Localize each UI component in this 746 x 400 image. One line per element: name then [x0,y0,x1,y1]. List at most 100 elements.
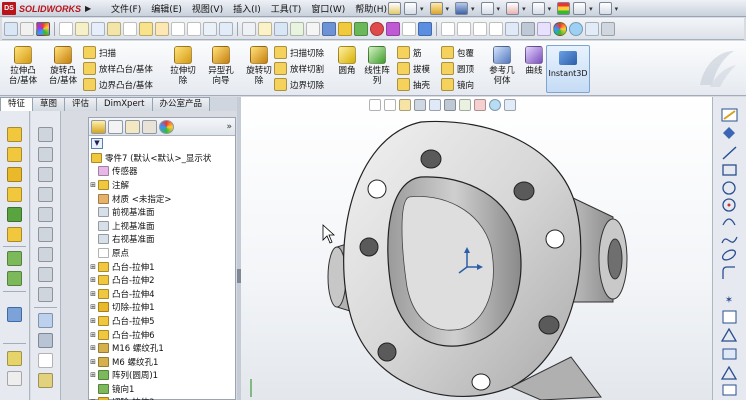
dimxpert-manager-tab-icon[interactable] [142,119,157,134]
pin-icon[interactable] [388,2,401,15]
check-sketch-icon[interactable] [306,21,320,36]
abc-text-icon[interactable] [59,21,73,36]
filter-funnel-icon[interactable]: ▼ [91,138,103,149]
expand-plus-icon[interactable]: ⊞ [89,371,97,379]
tree-node[interactable]: ⊞ 凸台-拉伸4 [89,287,235,301]
shape-icon-3[interactable] [38,167,53,182]
section-view-icon[interactable] [601,21,615,36]
loft-icon[interactable] [7,207,22,222]
measure-icon[interactable] [258,21,272,36]
revolve-boss-button[interactable]: 旋转凸 台/基体 [43,44,83,94]
offset-entities-icon[interactable] [722,348,737,360]
dropdown-arrow-icon[interactable]: ▾ [497,5,501,13]
fillet-sketch-icon[interactable] [722,266,735,279]
cut-icon[interactable] [7,167,22,182]
hide-show-icon[interactable] [537,21,551,36]
dropdown-arrow-icon[interactable]: ▾ [615,5,619,13]
menu-window[interactable]: 窗口(W) [306,2,350,15]
shape-icon-8[interactable] [38,267,53,282]
expand-plus-icon[interactable]: ⊞ [89,181,97,189]
balloon-icon[interactable] [91,21,105,36]
menu-edit[interactable]: 编辑(E) [146,2,187,15]
zoom-area-icon[interactable] [457,21,471,36]
expand-plus-icon[interactable]: ⊞ [89,303,97,311]
sketch-icon[interactable] [4,21,18,36]
dropdown-arrow-icon[interactable]: ▾ [548,5,552,13]
shape-icon-9[interactable] [38,287,53,302]
display-style-icon[interactable] [521,21,535,36]
mirror-entities-icon[interactable] [720,365,738,380]
shape-icon-5[interactable] [38,207,53,222]
sketch-icon[interactable] [721,108,738,122]
sweep-icon[interactable] [7,187,22,202]
tree-node[interactable]: 上视基准面 [89,219,235,233]
menu-tools[interactable]: 工具(T) [266,2,307,15]
scale-icon[interactable] [7,371,22,386]
move-entities-icon[interactable] [722,384,737,396]
dropdown-arrow-icon[interactable]: ▾ [471,5,475,13]
shell-button[interactable]: 抽壳 [397,77,430,92]
tree-node[interactable]: ⊞ 阵列(圆周)1 [89,369,235,383]
app-logo[interactable]: DS SOLIDWORKS ▶ [2,1,91,16]
options-gear-icon[interactable] [598,2,612,15]
dome-button[interactable]: 圆顶 [441,61,474,76]
display-manager-tab-icon[interactable] [159,119,174,134]
blue-shape-icon[interactable] [322,21,336,36]
convert-entities-icon[interactable] [720,327,738,342]
point-icon[interactable]: ✶ [725,295,733,306]
expand-plus-icon[interactable]: ⊞ [89,344,97,352]
tree-root[interactable]: 零件7 (默认<默认>_显示状 [89,151,235,165]
menu-help[interactable]: 帮助(H) [350,2,392,15]
tangent-arc-icon[interactable] [722,218,736,226]
3d-model-view[interactable] [241,97,712,400]
pencil-icon[interactable] [38,373,53,388]
tree-node[interactable]: 原点 [89,246,235,260]
curve-icon[interactable] [7,271,22,286]
lofted-cut-button[interactable]: 放样切割 [274,61,324,76]
save-icon[interactable] [455,2,469,15]
sum-icon[interactable] [171,21,185,36]
menu-view[interactable]: 视图(V) [187,2,228,15]
circle-icon[interactable] [722,181,736,195]
print-icon[interactable] [480,2,494,15]
note-icon[interactable] [75,21,89,36]
blue-link-icon[interactable] [418,21,432,36]
line-icon[interactable] [722,146,737,160]
check-icon[interactable] [139,21,153,36]
tree-node[interactable]: ⊞ M16 螺纹孔1 [89,341,235,355]
tree-node[interactable]: ⊞ 注解 [89,178,235,192]
measure-icon[interactable] [38,313,53,328]
view-settings-icon[interactable] [585,21,599,36]
expand-plus-icon[interactable]: ⊞ [89,263,97,271]
mirror-button[interactable]: 镜向 [441,77,474,92]
tab-office-products[interactable]: 办公室产品 [151,97,211,111]
rotate-view-icon[interactable] [473,21,487,36]
expand-plus-icon[interactable]: ⊞ [89,317,97,325]
color-wheel-icon[interactable] [36,21,50,36]
shell-icon[interactable] [7,227,22,242]
expand-plus-icon[interactable]: ⊞ [89,290,97,298]
boundary-boss-button[interactable]: 边界凸台/基体 [83,77,153,92]
standard-views-icon[interactable] [505,21,519,36]
tree-node[interactable]: 镜向1 [89,382,235,396]
file-properties-icon[interactable] [573,2,587,15]
abc-spell-icon[interactable] [38,353,53,368]
chart-icon[interactable] [38,333,53,348]
shape-icon-7[interactable] [38,247,53,262]
shape-icon-6[interactable] [38,227,53,242]
open-folder-icon[interactable] [429,2,443,15]
logo-arrow-icon[interactable]: ▶ [85,4,91,13]
yellow-shape-icon[interactable] [338,21,352,36]
pan-icon[interactable] [489,21,503,36]
spline-icon[interactable] [721,236,738,244]
zoom-to-fit-icon[interactable] [441,21,455,36]
extrude-cut-button[interactable]: 拉伸切 除 [163,44,203,94]
tree-node[interactable]: 传感器 [89,165,235,179]
expand-plus-icon[interactable]: ⊞ [89,276,97,284]
expand-plus-icon[interactable]: ⊞ [89,331,97,339]
select-cursor-icon[interactable] [531,2,545,15]
sweep-button[interactable]: 扫描 [83,45,153,60]
more-tabs-icon[interactable]: » [226,122,232,132]
menu-insert[interactable]: 插入(I) [228,2,266,15]
rib-button[interactable]: 筋 [397,45,430,60]
